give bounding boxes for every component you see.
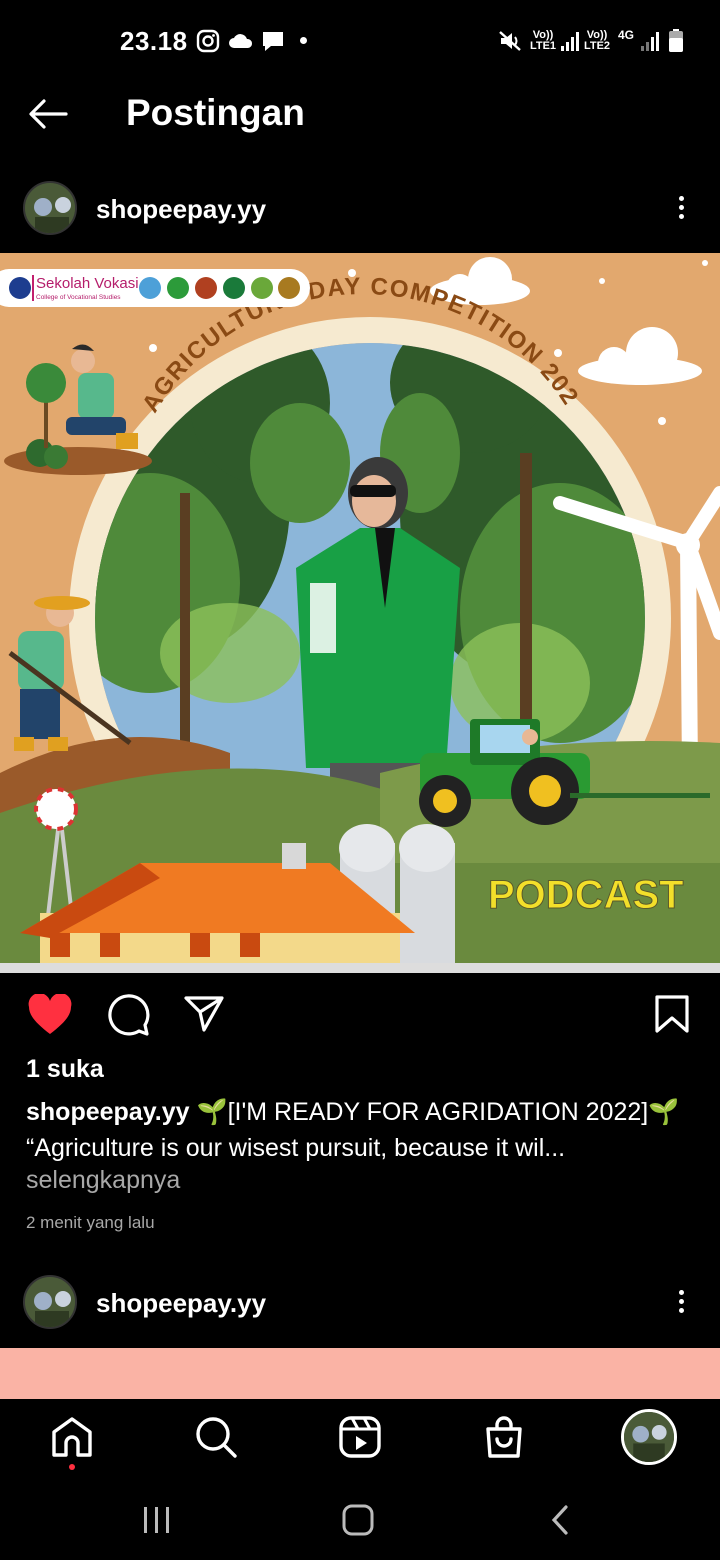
page-title: Postingan [126, 92, 305, 133]
bottom-navigation [0, 1399, 720, 1479]
logo-subtext: College of Vocational Studies [36, 294, 121, 301]
signal-sim1-icon [561, 32, 579, 51]
system-navigation-bar [0, 1479, 720, 1560]
bookmark-icon[interactable] [654, 994, 690, 1034]
home-button-icon[interactable] [341, 1503, 375, 1537]
heart-icon[interactable] [27, 994, 73, 1036]
status-time: 23.18 [120, 26, 188, 56]
back-button-icon[interactable] [548, 1503, 572, 1537]
caption-line-2: “Agriculture is our wisest pursuit, beca… [26, 1134, 566, 1162]
podcast-badge: PODCAST [488, 873, 684, 917]
header: Postingan [0, 84, 720, 166]
sim2-label: Vo)) LTE2 [583, 29, 611, 52]
home-active-dot [69, 1464, 75, 1470]
post-author-username[interactable]: shopeepay.yy [96, 194, 266, 225]
recent-apps-icon[interactable] [142, 1505, 172, 1535]
mute-icon [499, 31, 521, 51]
caption-line-1: 🌱[I'M READY FOR AGRIDATION 2022]🌱 [196, 1098, 680, 1126]
see-more-link[interactable]: selengkapnya [26, 1166, 180, 1195]
next-post-options-icon[interactable] [669, 1286, 693, 1320]
shop-icon[interactable] [482, 1415, 526, 1459]
post-caption: shopeepay.yy 🌱[I'M READY FOR AGRIDATION … [26, 1094, 706, 1166]
agriculture-poster-illustration: AGRICULTURE DAY COMPETITION 2022 Sekolah… [0, 253, 720, 973]
cloud-icon [229, 34, 253, 48]
search-icon[interactable] [194, 1415, 238, 1459]
next-post-username[interactable]: shopeepay.yy [96, 1288, 266, 1319]
instagram-icon [196, 29, 220, 53]
status-bar: 23.18 Vo)) LTE1 Vo)) LTE2 4G [0, 0, 720, 84]
post-image[interactable]: AGRICULTURE DAY COMPETITION 2022 Sekolah… [0, 253, 720, 973]
next-post-avatar[interactable] [23, 1275, 77, 1329]
comment-icon[interactable] [106, 994, 150, 1038]
logo-text: Sekolah Vokasi [36, 275, 139, 292]
college-logo-banner: Sekolah Vokasi College of Vocational Stu… [0, 269, 310, 307]
next-post-image[interactable] [0, 1348, 720, 1400]
signal-sim2-icon [641, 32, 659, 51]
network-type: 4G [617, 28, 634, 42]
back-arrow-icon[interactable] [26, 96, 72, 132]
likes-count[interactable]: 1 suka [26, 1055, 104, 1084]
post-options-icon[interactable] [669, 192, 693, 226]
message-icon [263, 32, 283, 51]
reels-icon[interactable] [338, 1415, 382, 1459]
home-icon[interactable] [50, 1415, 94, 1459]
notification-dot-icon [300, 37, 307, 44]
post-author-avatar[interactable] [23, 181, 77, 235]
post-timestamp: 2 menit yang lalu [26, 1213, 155, 1232]
battery-icon [669, 29, 683, 52]
share-icon[interactable] [183, 994, 225, 1034]
sim1-label: Vo)) LTE1 [529, 29, 557, 52]
caption-username[interactable]: shopeepay.yy [26, 1098, 190, 1126]
profile-avatar[interactable] [621, 1409, 677, 1465]
